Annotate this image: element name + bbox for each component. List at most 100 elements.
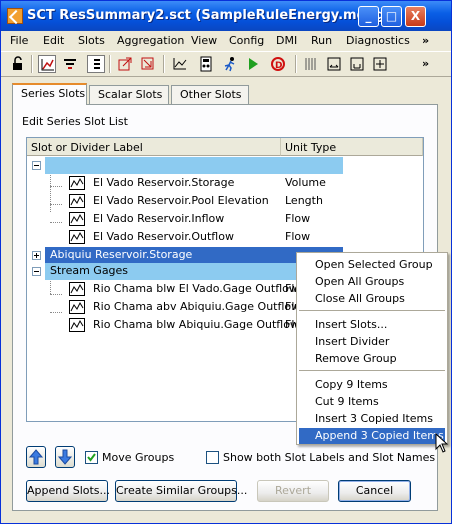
menu-diagnostics[interactable]: Diagnostics	[346, 34, 410, 47]
tab-series-slots[interactable]: Series Slots	[12, 83, 87, 105]
slot-unit: Flow	[285, 212, 311, 225]
menu-overflow-icon[interactable]: »	[422, 34, 429, 47]
toolbar-overflow-icon[interactable]: »	[422, 57, 429, 70]
menu-insert-divider[interactable]: Insert Divider	[299, 334, 445, 350]
move-up-button[interactable]	[26, 446, 46, 468]
slot-unit: Volume	[285, 176, 326, 189]
tree-row-slot[interactable]: El Vado Reservoir.Inflow Flow	[27, 211, 423, 228]
link-slots-icon[interactable]	[38, 55, 56, 73]
slot-label: El Vado Reservoir.Outflow	[93, 230, 234, 243]
menu-view[interactable]: View	[191, 34, 217, 47]
append-slots-button[interactable]: Append Slots...	[26, 480, 110, 502]
menu-insert-copied-items[interactable]: Insert 3 Copied Items	[299, 411, 445, 427]
tab-bar: Series Slots Scalar Slots Other Slots	[12, 83, 432, 105]
tree-row-slot[interactable]: El Vado Reservoir.Pool Elevation Length	[27, 193, 423, 210]
menu-run[interactable]: Run	[311, 34, 332, 47]
series-slot-icon	[69, 230, 85, 244]
svg-text:D: D	[275, 61, 282, 71]
lock-icon[interactable]	[9, 55, 27, 73]
menu-separator	[299, 370, 445, 371]
group-label: Abiquiu Reservoir.Storage	[50, 248, 193, 261]
show-both-label[interactable]: Show both Slot Labels and Slot Names	[223, 451, 435, 464]
close-open-icon[interactable]	[139, 55, 157, 73]
tree-row-slot[interactable]: El Vado Reservoir.Outflow Flow	[27, 229, 423, 246]
collapse-icon[interactable]	[32, 267, 41, 276]
collapse-icon[interactable]	[32, 161, 41, 170]
tab-other-slots[interactable]: Other Slots	[171, 85, 249, 104]
close-button[interactable]: X	[405, 6, 426, 27]
window-title: SCT ResSummary2.sct (SampleRuleEnergy.md…	[27, 8, 399, 23]
menu-append-copied-items[interactable]: Append 3 Copied Items	[299, 428, 445, 444]
group-label-highlight	[45, 157, 343, 174]
menu-copy-items[interactable]: Copy 9 Items	[299, 377, 445, 393]
menu-insert-slots[interactable]: Insert Slots...	[299, 317, 445, 333]
run-man-icon[interactable]	[221, 55, 239, 73]
revert-button[interactable]: Revert	[257, 480, 329, 502]
slot-label: Rio Chama blw El Vado.Gage Outflow	[93, 282, 298, 295]
tree-row-group[interactable]	[27, 157, 423, 174]
minimize-icon: _	[365, 9, 372, 23]
menu-slots[interactable]: Slots	[78, 34, 105, 47]
menu-remove-group[interactable]: Remove Group	[299, 351, 445, 367]
close-icon: X	[410, 9, 421, 23]
fit-height-icon[interactable]	[348, 55, 366, 73]
panel-label: Edit Series Slot List	[22, 115, 128, 128]
filter-icon[interactable]	[61, 55, 79, 73]
menu-config[interactable]: Config	[229, 34, 264, 47]
create-similar-groups-button[interactable]: Create Similar Groups...	[115, 480, 247, 502]
tree-row-slot[interactable]: El Vado Reservoir.Storage Volume	[27, 175, 423, 192]
menu-open-selected-group[interactable]: Open Selected Group	[299, 257, 445, 273]
minimize-button[interactable]: _	[358, 6, 379, 27]
checkmark-icon	[87, 453, 96, 462]
slot-label: El Vado Reservoir.Inflow	[93, 212, 225, 225]
menu-aggregation[interactable]: Aggregation	[117, 34, 184, 47]
fit-all-icon[interactable]	[371, 55, 389, 73]
toolbar: D »	[1, 51, 451, 77]
column-header-unit[interactable]: Unit Type	[281, 138, 423, 156]
show-both-checkbox[interactable]	[206, 451, 219, 464]
slot-label: El Vado Reservoir.Storage	[93, 176, 235, 189]
menu-close-all-groups[interactable]: Close All Groups	[299, 291, 445, 307]
app-icon[interactable]	[7, 8, 23, 24]
menu-edit[interactable]: Edit	[43, 34, 64, 47]
arrow-up-icon	[28, 449, 44, 465]
series-slot-icon	[69, 176, 85, 190]
tab-scalar-slots[interactable]: Scalar Slots	[89, 85, 169, 104]
group-label: Stream Gages	[50, 264, 129, 277]
title-bar[interactable]: SCT ResSummary2.sct (SampleRuleEnergy.md…	[1, 1, 451, 31]
app-window: SCT ResSummary2.sct (SampleRuleEnergy.md…	[0, 0, 452, 524]
slot-label: Rio Chama abv Abiquiu.Gage Outflow	[93, 300, 301, 313]
stop-icon[interactable]: D	[269, 55, 287, 73]
move-groups-label[interactable]: Move Groups	[102, 451, 174, 464]
series-slot-icon	[69, 282, 85, 296]
slot-unit: Flow	[285, 230, 311, 243]
mouse-cursor-icon	[435, 433, 449, 453]
series-slot-icon	[69, 318, 85, 332]
list-icon[interactable]	[87, 55, 105, 73]
fit-width-icon[interactable]	[325, 55, 343, 73]
slot-unit: Length	[285, 194, 323, 207]
move-groups-checkbox[interactable]	[85, 451, 98, 464]
slot-label: Rio Chama blw Abiquiu.Gage Outflow	[93, 318, 299, 331]
menu-bar: File Edit Slots Aggregation View Config …	[1, 31, 451, 51]
context-menu: Open Selected Group Open All Groups Clos…	[296, 252, 448, 445]
open-icon[interactable]	[116, 55, 134, 73]
series-slot-icon	[69, 212, 85, 226]
expand-icon[interactable]	[32, 251, 41, 260]
menu-file[interactable]: File	[10, 34, 28, 47]
calculator-icon[interactable]	[197, 55, 215, 73]
columns-icon[interactable]	[302, 55, 320, 73]
move-down-button[interactable]	[55, 446, 75, 468]
menu-cut-items[interactable]: Cut 9 Items	[299, 394, 445, 410]
menu-dmi[interactable]: DMI	[276, 34, 297, 47]
cancel-button[interactable]: Cancel	[338, 480, 411, 502]
arrow-down-icon	[57, 449, 73, 465]
series-slot-icon	[69, 300, 85, 314]
maximize-button[interactable]: □	[381, 6, 402, 27]
maximize-icon: □	[385, 9, 398, 23]
menu-open-all-groups[interactable]: Open All Groups	[299, 274, 445, 290]
menu-separator	[299, 310, 445, 311]
play-icon[interactable]	[244, 55, 262, 73]
column-header-label[interactable]: Slot or Divider Label	[27, 138, 281, 156]
plot-icon[interactable]	[171, 55, 189, 73]
